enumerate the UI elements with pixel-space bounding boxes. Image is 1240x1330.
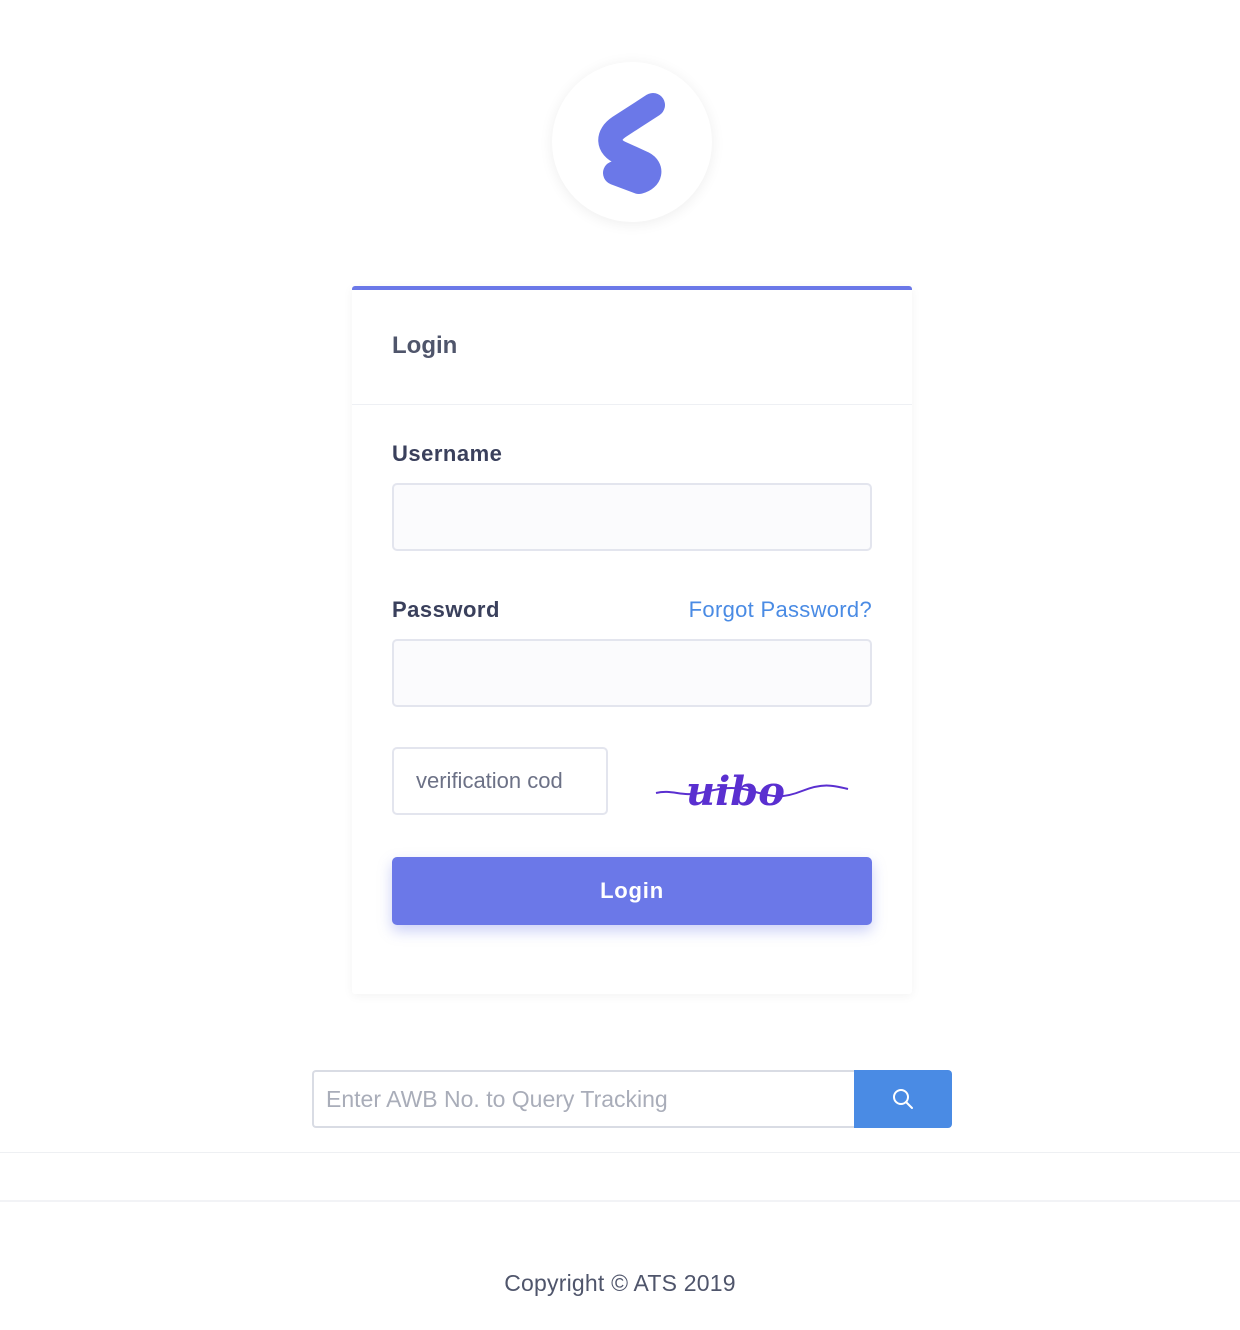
tracking-search-button[interactable] [854, 1070, 952, 1128]
login-card: Login Username Password Forgot Password?… [352, 286, 912, 994]
password-input[interactable] [392, 639, 872, 707]
captcha-text: uibo [686, 768, 785, 815]
password-label: Password [392, 597, 500, 622]
search-icon [893, 1089, 913, 1109]
captcha-input[interactable] [392, 747, 608, 815]
username-input[interactable] [392, 483, 872, 551]
tracking-search [312, 1070, 952, 1128]
awb-tracking-input[interactable] [312, 1070, 854, 1128]
s-logo-icon [598, 93, 665, 194]
login-page: Login Username Password Forgot Password?… [0, 0, 1240, 1330]
captcha-image[interactable]: uibo [652, 755, 852, 815]
divider [0, 1152, 1240, 1153]
card-header: Login [352, 290, 912, 405]
forgot-password-link[interactable]: Forgot Password? [689, 597, 872, 623]
username-label: Username [392, 441, 503, 466]
login-button[interactable]: Login [392, 857, 872, 925]
card-title: Login [392, 332, 458, 359]
copyright-text: Copyright © ATS 2019 [504, 1270, 736, 1296]
footer: Copyright © ATS 2019 [0, 1200, 1240, 1330]
logo [552, 62, 712, 222]
